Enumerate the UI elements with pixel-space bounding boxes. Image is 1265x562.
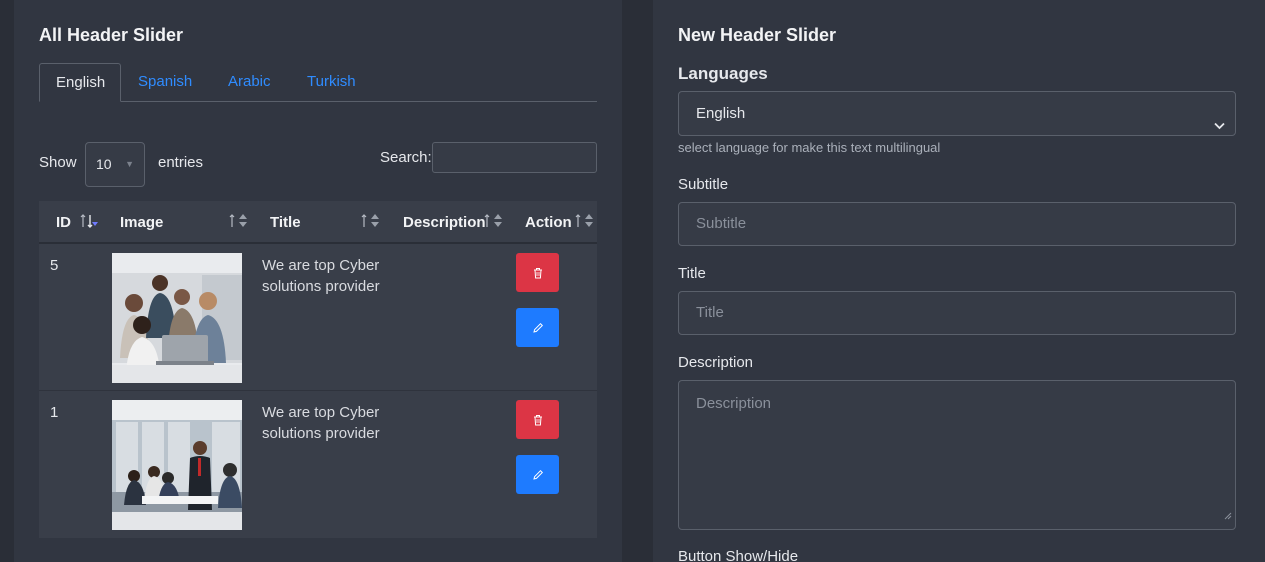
show-label: Show <box>39 154 77 171</box>
row-title: We are top Cyber solutions provider <box>262 257 380 295</box>
new-header-slider-card: New Header Slider Languages English sele… <box>653 0 1265 562</box>
subtitle-placeholder: Subtitle <box>696 215 747 232</box>
sort-icon[interactable] <box>229 213 249 232</box>
entries-value: 10 <box>96 156 112 172</box>
delete-button[interactable] <box>516 400 559 439</box>
language-help-text: select language for make this text multi… <box>678 140 941 155</box>
column-header-description[interactable]: Description <box>403 201 486 244</box>
languages-label: Languages <box>678 64 768 83</box>
edit-button[interactable] <box>516 455 559 494</box>
entries-label: entries <box>158 154 204 171</box>
description-textarea[interactable]: Description <box>678 380 1236 530</box>
card-title: All Header Slider <box>39 25 184 45</box>
subtitle-label: Subtitle <box>678 176 729 193</box>
description-placeholder: Description <box>696 395 772 412</box>
button-show-hide-label: Button Show/Hide <box>678 548 799 562</box>
sort-icon[interactable] <box>361 213 381 232</box>
tab-arabic[interactable]: Arabic <box>212 63 287 102</box>
resize-handle-icon[interactable] <box>1224 509 1232 527</box>
pencil-icon <box>532 322 543 333</box>
table-row: 1 We are top Cyber solutions provider <box>39 392 597 538</box>
column-header-image[interactable]: Image <box>120 201 163 244</box>
row-title: We are top Cyber solutions provider <box>262 404 380 442</box>
column-header-id[interactable]: ID <box>56 201 71 244</box>
sort-icon[interactable] <box>575 213 595 232</box>
slider-image <box>112 253 242 383</box>
slider-table: ID Image Title Description Action 5 We a… <box>39 201 597 538</box>
sort-icon[interactable] <box>80 213 98 232</box>
search-input[interactable] <box>432 142 597 173</box>
slider-image <box>112 400 242 530</box>
all-header-slider-card: All Header Slider English Spanish Arabic… <box>14 0 622 562</box>
tab-english[interactable]: English <box>39 63 121 102</box>
delete-button[interactable] <box>516 253 559 292</box>
sort-icon[interactable] <box>484 213 504 232</box>
row-id: 5 <box>50 257 59 274</box>
chevron-down-icon <box>1214 106 1225 149</box>
trash-icon <box>533 267 542 278</box>
edit-button[interactable] <box>516 308 559 347</box>
pencil-icon <box>532 469 543 480</box>
title-placeholder: Title <box>696 304 724 321</box>
card-title: New Header Slider <box>678 25 837 45</box>
table-row: 5 We are top Cyber solutions provider <box>39 245 597 391</box>
language-select[interactable]: English <box>678 91 1236 136</box>
search-label: Search: <box>380 149 432 166</box>
column-header-title[interactable]: Title <box>270 201 301 244</box>
column-header-action[interactable]: Action <box>525 201 572 244</box>
tab-turkish[interactable]: Turkish <box>291 63 372 102</box>
entries-select[interactable]: 10 ▼ <box>85 142 145 187</box>
tab-spanish[interactable]: Spanish <box>122 63 208 102</box>
table-header: ID Image Title Description Action <box>39 201 597 244</box>
title-label: Title <box>678 265 706 282</box>
description-label: Description <box>678 354 754 371</box>
language-value: English <box>696 105 746 122</box>
row-id: 1 <box>50 404 59 421</box>
subtitle-input[interactable]: Subtitle <box>678 202 1236 246</box>
title-input[interactable]: Title <box>678 291 1236 335</box>
trash-icon <box>533 414 542 425</box>
chevron-down-icon: ▼ <box>125 159 134 169</box>
language-tabs: English Spanish Arabic Turkish <box>39 63 597 102</box>
